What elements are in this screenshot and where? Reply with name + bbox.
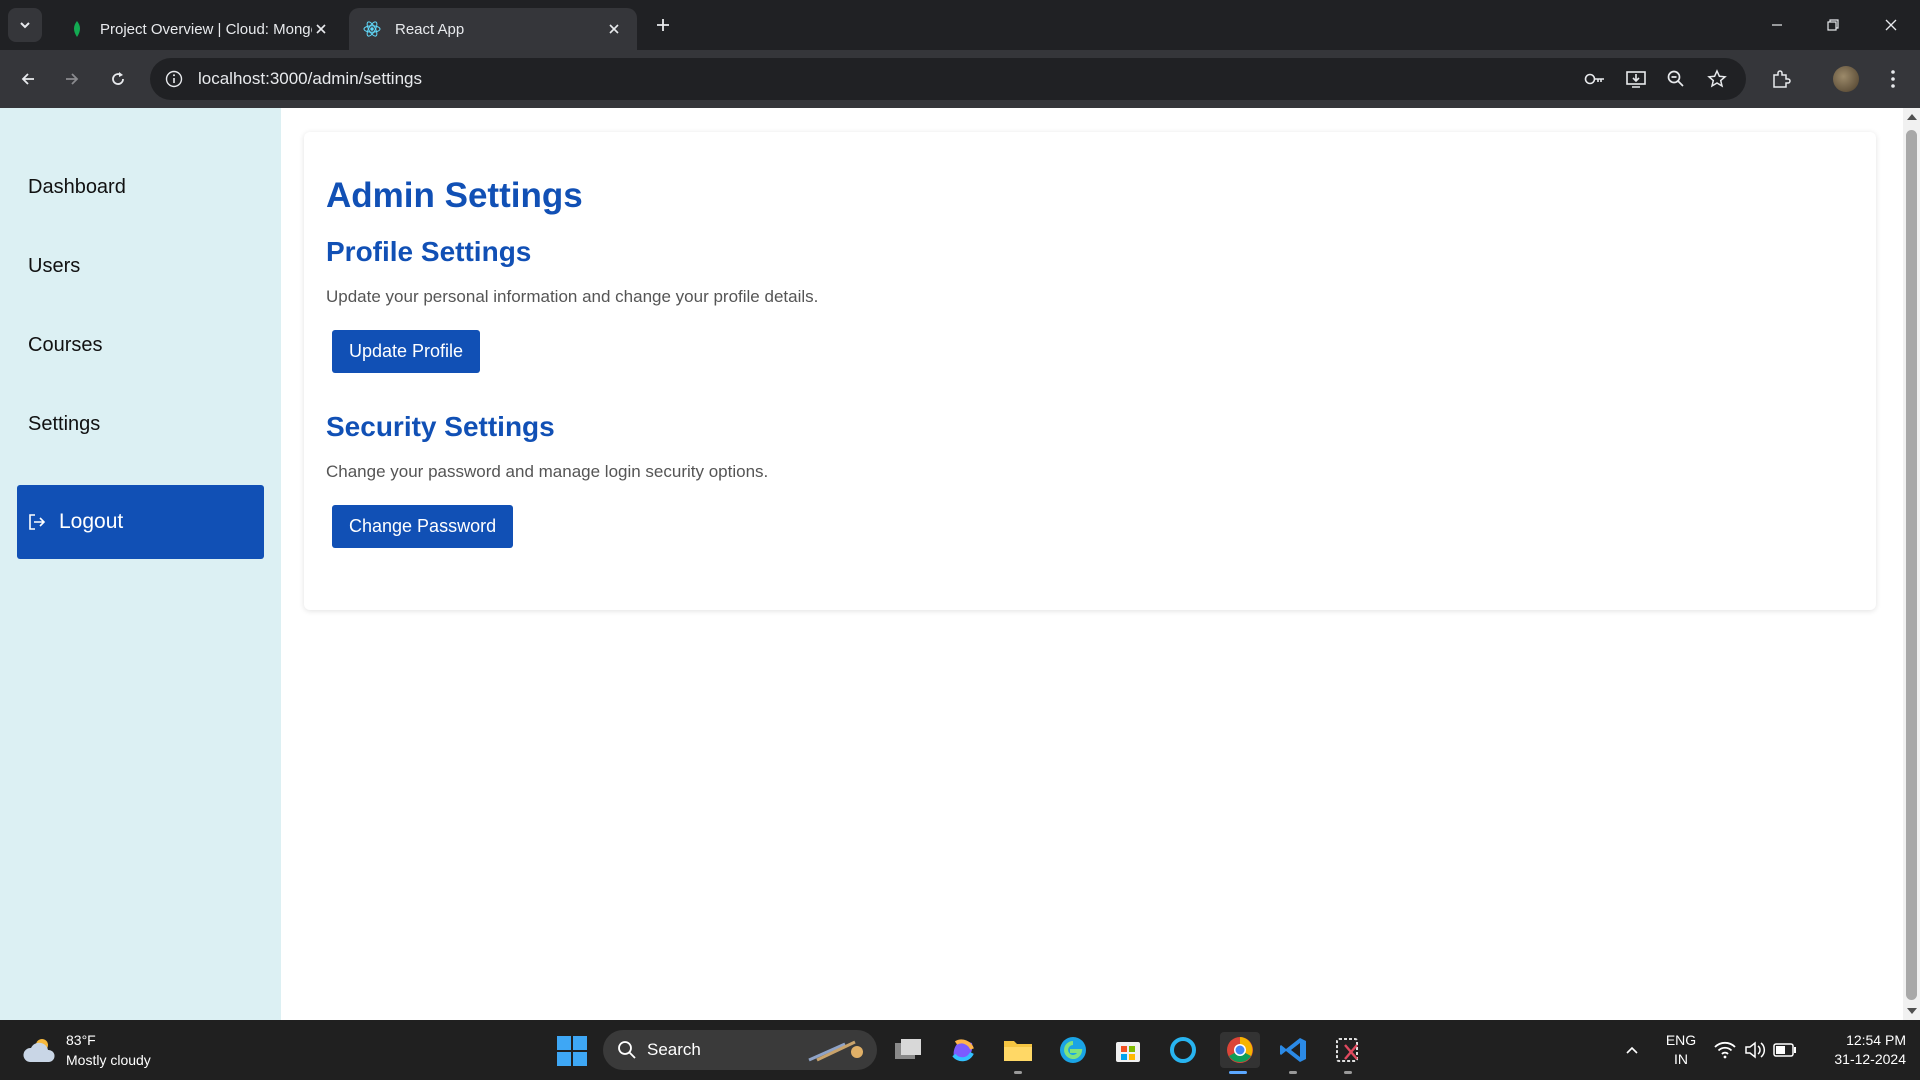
extensions-button[interactable]	[1765, 63, 1797, 95]
react-icon	[363, 20, 381, 38]
clock[interactable]: 12:54 PM 31-12-2024	[1810, 1031, 1906, 1069]
running-indicator	[1229, 1071, 1247, 1074]
cloudy-weather-icon	[23, 1039, 55, 1062]
page-scrollbar[interactable]	[1903, 108, 1920, 1020]
more-vertical-icon	[1891, 70, 1895, 88]
battery-icon[interactable]	[1770, 1032, 1800, 1068]
language-line-1: ENG	[1665, 1032, 1697, 1048]
copilot-icon[interactable]	[945, 1032, 981, 1068]
task-view-icon[interactable]	[890, 1032, 926, 1068]
avatar	[1833, 66, 1859, 92]
close-tab-icon[interactable]	[605, 20, 623, 38]
logout-button[interactable]: Logout	[17, 485, 264, 559]
sidebar-item-settings[interactable]: Settings	[28, 413, 100, 436]
reload-button[interactable]	[102, 63, 134, 95]
taskbar-search[interactable]: Search	[603, 1030, 877, 1070]
running-indicator	[1014, 1071, 1022, 1074]
tab-react-app[interactable]: React App	[349, 8, 637, 50]
arrow-right-icon	[66, 73, 79, 85]
scroll-down-arrow-icon[interactable]	[1907, 1008, 1917, 1014]
browser-tab-strip: Project Overview | Cloud: MongoDB Cloud …	[0, 0, 1920, 50]
profile-settings-heading: Profile Settings	[326, 236, 532, 267]
close-window-button[interactable]	[1876, 10, 1906, 40]
admin-sidebar: Dashboard Users Courses Settings Logout	[0, 108, 281, 1020]
new-tab-button[interactable]	[650, 12, 676, 38]
bookmark-star-icon[interactable]	[1706, 68, 1728, 90]
close-icon	[1885, 19, 1897, 31]
clock-time: 12:54 PM	[1846, 1032, 1906, 1048]
url-text: localhost:3000/admin/settings	[198, 69, 422, 88]
mongodb-leaf-icon	[68, 20, 86, 38]
forward-button[interactable]	[56, 63, 88, 95]
vscode-icon[interactable]	[1275, 1032, 1311, 1074]
reload-icon	[112, 72, 124, 85]
puzzle-icon	[1773, 70, 1791, 88]
weather-desc: Mostly cloudy	[66, 1052, 151, 1068]
profile-avatar[interactable]	[1830, 63, 1862, 95]
logout-label: Logout	[59, 510, 124, 533]
back-button[interactable]	[12, 63, 44, 95]
close-tab-icon[interactable]	[312, 20, 330, 38]
snipping-tool-icon[interactable]	[1330, 1032, 1366, 1074]
tab-search-button[interactable]	[8, 8, 42, 42]
chevron-down-icon	[20, 22, 30, 29]
taskbar-search-label: Search	[647, 1040, 701, 1059]
page-viewport: Dashboard Users Courses Settings Logout …	[0, 108, 1903, 1020]
restore-icon	[1827, 19, 1839, 31]
search-highlight-icon	[808, 1040, 863, 1062]
settings-card: Admin Settings Profile Settings Update y…	[304, 132, 1876, 610]
sidebar-item-dashboard[interactable]: Dashboard	[28, 176, 126, 199]
language-indicator[interactable]: ENG IN	[1661, 1031, 1701, 1069]
security-settings-heading: Security Settings	[326, 411, 555, 442]
windows-taskbar: 83°F Mostly cloudy Search ENG IN 12:54 P…	[0, 1020, 1920, 1080]
edge-icon[interactable]	[1055, 1032, 1091, 1068]
logout-icon	[27, 512, 47, 532]
search-icon	[618, 1041, 636, 1059]
wifi-icon[interactable]	[1710, 1032, 1740, 1068]
browser-menu-button[interactable]	[1877, 63, 1909, 95]
language-line-2: IN	[1674, 1051, 1688, 1067]
running-indicator	[1344, 1071, 1352, 1074]
restore-button[interactable]	[1818, 10, 1848, 40]
tab-mongodb[interactable]: Project Overview | Cloud: MongoDB Cloud	[54, 8, 344, 50]
scrollbar-thumb[interactable]	[1906, 130, 1917, 1000]
sidebar-item-courses[interactable]: Courses	[28, 334, 102, 357]
volume-icon[interactable]	[1740, 1032, 1770, 1068]
cortana-icon[interactable]	[1165, 1032, 1201, 1068]
running-indicator	[1289, 1071, 1297, 1074]
weather-widget[interactable]: 83°F Mostly cloudy	[22, 1030, 151, 1070]
site-info-icon[interactable]	[164, 69, 184, 89]
show-hidden-icons-chevron-up-icon[interactable]	[1614, 1032, 1650, 1068]
scroll-up-arrow-icon[interactable]	[1907, 114, 1917, 120]
weather-temp: 83°F	[66, 1032, 96, 1048]
browser-toolbar: localhost:3000/admin/settings	[0, 50, 1920, 108]
password-key-icon[interactable]	[1584, 68, 1606, 90]
sidebar-item-users[interactable]: Users	[28, 255, 80, 278]
install-app-icon[interactable]	[1625, 68, 1647, 90]
plus-icon	[657, 19, 669, 31]
profile-settings-description: Update your personal information and cha…	[326, 287, 819, 306]
microsoft-store-icon[interactable]	[1110, 1032, 1146, 1068]
file-explorer-icon[interactable]	[1000, 1032, 1036, 1074]
update-profile-button[interactable]: Update Profile	[332, 330, 481, 373]
chrome-icon[interactable]	[1220, 1032, 1260, 1074]
minimize-icon	[1772, 24, 1782, 26]
page-title: Admin Settings	[326, 176, 583, 215]
zoom-icon[interactable]	[1665, 68, 1687, 90]
clock-date: 31-12-2024	[1834, 1051, 1906, 1067]
tab-title: React App	[395, 20, 465, 38]
address-bar[interactable]: localhost:3000/admin/settings	[150, 58, 1746, 100]
windows-start-icon[interactable]	[557, 1036, 587, 1066]
change-password-button[interactable]: Change Password	[332, 505, 514, 548]
minimize-button[interactable]	[1762, 10, 1792, 40]
tab-title: Project Overview | Cloud: MongoDB Cloud	[100, 20, 312, 38]
arrow-left-icon	[21, 73, 34, 85]
security-settings-description: Change your password and manage login se…	[326, 462, 769, 481]
